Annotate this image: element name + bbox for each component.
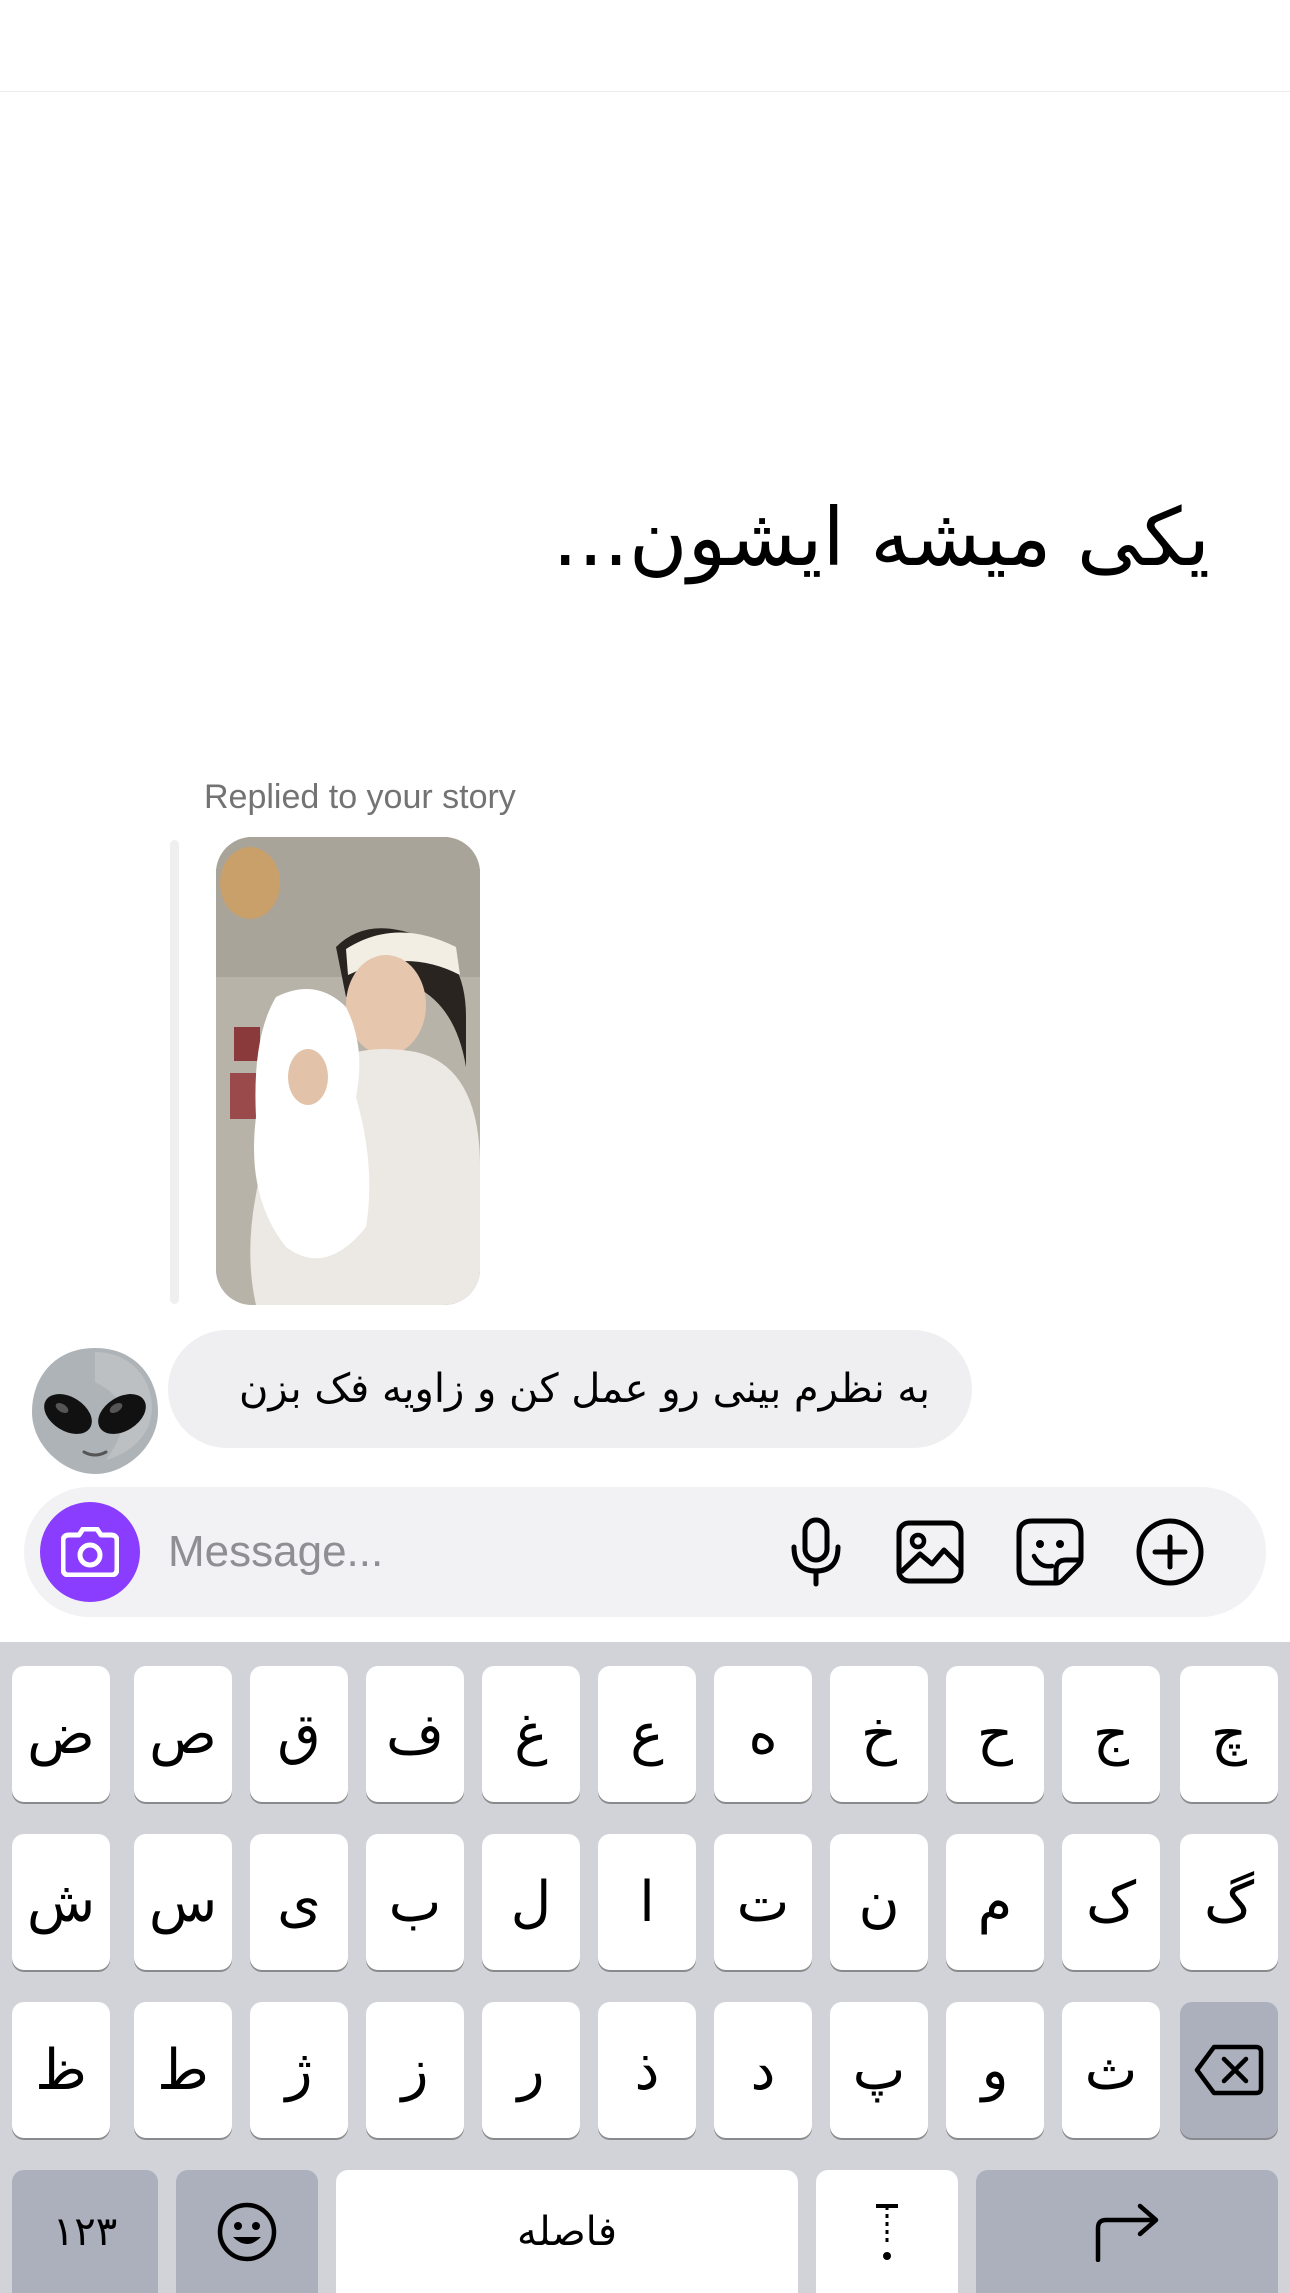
key[interactable]: ذ [598, 2002, 696, 2138]
message-composer [24, 1487, 1266, 1617]
alien-emoji-avatar[interactable] [26, 1342, 164, 1480]
key[interactable]: ق [250, 1666, 348, 1802]
key[interactable]: ی [250, 1834, 348, 1970]
story-photo [216, 837, 480, 1305]
key[interactable]: ض [12, 1666, 110, 1802]
microphone-button[interactable] [780, 1516, 852, 1588]
top-divider [0, 91, 1290, 92]
key[interactable]: ن [830, 1834, 928, 1970]
return-icon [1095, 2203, 1159, 2262]
key[interactable]: ح [946, 1666, 1044, 1802]
gallery-button[interactable] [894, 1516, 966, 1588]
punctuation-icon [876, 2203, 898, 2260]
key[interactable]: ل [482, 1834, 580, 1970]
plus-icon [1136, 1518, 1204, 1586]
message-input[interactable] [168, 1515, 768, 1589]
key[interactable]: ظ [12, 2002, 110, 2138]
key[interactable]: ص [134, 1666, 232, 1802]
key[interactable]: ت [714, 1834, 812, 1970]
numbers-key[interactable]: ۱۲۳ [12, 2170, 158, 2293]
camera-icon [61, 1527, 119, 1577]
key[interactable]: خ [830, 1666, 928, 1802]
space-key[interactable]: فاصله [336, 2170, 798, 2293]
message-text: به نظرم بینی رو عمل کن و زاویه فک بزن [239, 1366, 930, 1412]
key[interactable]: و [946, 2002, 1044, 2138]
key[interactable]: ه [714, 1666, 812, 1802]
story-thumbnail[interactable] [216, 837, 480, 1305]
key[interactable]: چ [1180, 1666, 1278, 1802]
key[interactable]: ع [598, 1666, 696, 1802]
alien-icon [32, 1348, 158, 1474]
plus-button[interactable] [1134, 1516, 1206, 1588]
return-key[interactable] [976, 2170, 1278, 2293]
key[interactable]: د [714, 2002, 812, 2138]
message-bubble[interactable]: به نظرم بینی رو عمل کن و زاویه فک بزن [168, 1330, 972, 1448]
replied-to-story-label: Replied to your story [204, 778, 516, 816]
key[interactable]: ث [1062, 2002, 1160, 2138]
microphone-icon [791, 1517, 841, 1587]
key[interactable]: ط [134, 2002, 232, 2138]
key[interactable]: گ [1180, 1834, 1278, 1970]
backspace-key[interactable] [1180, 2002, 1278, 2138]
reply-indicator-bar [170, 840, 179, 1304]
story-text: یکی میشه ایشون... [552, 491, 1210, 584]
emoji-icon [217, 2202, 277, 2261]
key[interactable]: ز [366, 2002, 464, 2138]
camera-button[interactable] [40, 1502, 140, 1602]
gallery-icon [896, 1520, 964, 1584]
key[interactable]: غ [482, 1666, 580, 1802]
key[interactable]: ب [366, 1834, 464, 1970]
key[interactable]: م [946, 1834, 1044, 1970]
key[interactable]: س [134, 1834, 232, 1970]
key[interactable]: ژ [250, 2002, 348, 2138]
backspace-icon [1194, 2044, 1264, 2096]
key[interactable]: پ [830, 2002, 928, 2138]
sticker-icon [1016, 1518, 1084, 1586]
keyboard: ض ص ق ف غ ع ه خ ح ج چ ش س ی ب ل ا ت ن م … [0, 1642, 1290, 2293]
key[interactable]: ک [1062, 1834, 1160, 1970]
sticker-button[interactable] [1014, 1516, 1086, 1588]
key[interactable]: ا [598, 1834, 696, 1970]
punctuation-key[interactable] [816, 2170, 958, 2293]
emoji-key[interactable] [176, 2170, 318, 2293]
key[interactable]: ف [366, 1666, 464, 1802]
key[interactable]: ر [482, 2002, 580, 2138]
key[interactable]: ش [12, 1834, 110, 1970]
key[interactable]: ج [1062, 1666, 1160, 1802]
